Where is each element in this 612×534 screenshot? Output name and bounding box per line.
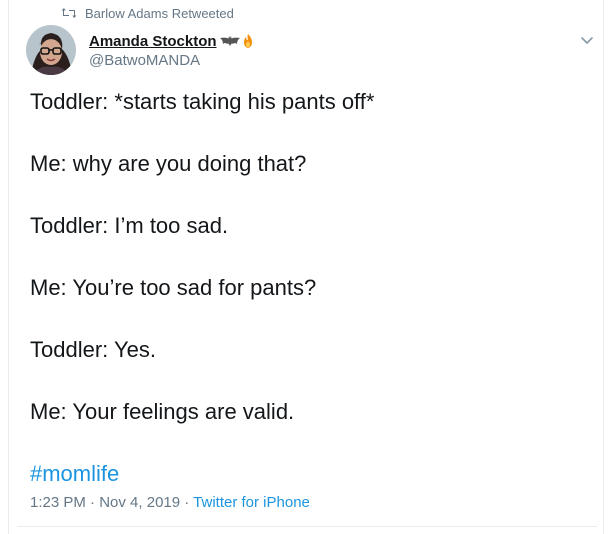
tweet-time[interactable]: 1:23 PM: [30, 494, 86, 511]
tweet-line: Toddler: *starts taking his pants off*: [30, 89, 375, 114]
tweet-line: Toddler: I’m too sad.: [30, 213, 229, 238]
tweet-line: Me: Your feelings are valid.: [30, 399, 295, 424]
tweet-line: Me: You’re too sad for pants?: [30, 275, 317, 300]
tweet-source-link[interactable]: Twitter for iPhone: [193, 494, 310, 511]
retweet-label: Barlow Adams Retweeted: [85, 5, 234, 21]
tweet-meta: 1:23 PM · Nov 4, 2019 · Twitter for iPho…: [30, 494, 310, 511]
hashtag-link[interactable]: #momlife: [30, 458, 600, 489]
chevron-down-icon[interactable]: [579, 32, 595, 48]
tweet-date[interactable]: Nov 4, 2019: [99, 494, 180, 511]
user-handle[interactable]: @BatwoMANDA: [89, 52, 200, 69]
display-name[interactable]: Amanda Stockton: [89, 33, 217, 50]
tweet-card[interactable]: Barlow Adams Retweeted Amanda Stockton @…: [8, 0, 604, 534]
author-name-row[interactable]: Amanda Stockton: [89, 31, 256, 51]
avatar[interactable]: [26, 25, 76, 75]
bat-icon: [219, 36, 240, 46]
tweet-line: Toddler: Yes.: [30, 337, 156, 362]
tweet-text: Toddler: *starts taking his pants off* M…: [30, 86, 600, 489]
meta-separator: ·: [85, 494, 100, 511]
tweet-line: Me: why are you doing that?: [30, 151, 307, 176]
name-emojis: [219, 33, 256, 49]
retweet-icon: [61, 8, 77, 18]
divider: [17, 526, 597, 527]
fire-icon: [243, 34, 252, 48]
retweet-context[interactable]: Barlow Adams Retweeted: [61, 4, 234, 22]
meta-separator: ·: [180, 494, 194, 511]
